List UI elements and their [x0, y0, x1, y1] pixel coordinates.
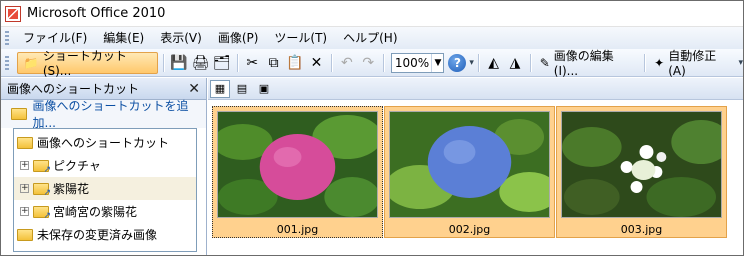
thumbnail-item[interactable]: 002.jpg: [384, 106, 555, 238]
tree-node-shrine-hydrangea[interactable]: + 宮崎宮の紫陽花: [14, 200, 196, 223]
toolbar-separator: [477, 53, 479, 72]
cut-icon[interactable]: ✂: [243, 52, 262, 74]
folder-icon: [17, 136, 33, 149]
close-icon[interactable]: ✕: [188, 81, 200, 97]
unsaved-folder-icon: [17, 228, 33, 241]
thumbnail-grid: 001.jpg 002.jpg 003.jpg: [212, 106, 728, 238]
tree-node-label: 画像へのショートカット: [37, 136, 170, 150]
copy-icon[interactable]: ⧉: [264, 52, 283, 74]
edit-image-icon: ✎: [539, 55, 550, 70]
app-window: Microsoft Office 2010 ファイル(F) 編集(E) 表示(V…: [0, 0, 744, 256]
toolbar-separator: [331, 53, 333, 72]
menu-bar: ファイル(F) 編集(E) 表示(V) 画像(P) ツール(T) ヘルプ(H): [1, 27, 743, 49]
save-icon[interactable]: 💾: [169, 52, 188, 74]
toolbar-separator: [382, 53, 384, 72]
view-toolbar: ▦ ▤ ▣: [208, 78, 743, 100]
thumbnail-view-icon[interactable]: ▦: [210, 79, 230, 98]
add-shortcut-label: 画像へのショートカットを追加...: [32, 99, 189, 130]
expand-icon[interactable]: +: [20, 161, 29, 170]
expand-icon[interactable]: +: [20, 207, 29, 216]
toolbar-separator: [163, 53, 165, 72]
thumbnail-filename: 001.jpg: [276, 223, 319, 236]
menu-file[interactable]: ファイル(F): [15, 27, 95, 49]
add-folder-icon: [11, 108, 27, 120]
office-picture-manager-icon: [5, 5, 21, 22]
menu-view[interactable]: 表示(V): [152, 27, 210, 49]
folder-icon: 📁: [23, 55, 39, 70]
menu-picture[interactable]: 画像(P): [210, 27, 267, 49]
thumbnail-filename: 003.jpg: [620, 223, 663, 236]
grip-handle[interactable]: [5, 31, 9, 45]
undo-icon[interactable]: ↶: [337, 52, 356, 74]
help-icon: ?: [448, 53, 467, 72]
rotate-right-icon[interactable]: ◮: [505, 52, 524, 74]
tree-node-label: 宮崎宮の紫陽花: [53, 205, 138, 219]
edit-image-button[interactable]: ✎ 画像の編集(I)...: [536, 49, 640, 78]
grip-handle[interactable]: [5, 55, 9, 70]
photo-white-hydrangea: [561, 111, 722, 218]
tree-node-label: 未保存の変更済み画像: [37, 228, 158, 242]
edit-image-label: 画像の編集(I)...: [553, 49, 614, 78]
toolbar-overflow-icon[interactable]: ▾: [469, 58, 474, 68]
shortcut-button[interactable]: 📁 ショートカット(S)...: [16, 49, 159, 78]
thumbnail-item[interactable]: 003.jpg: [556, 106, 727, 238]
toolbar: 📁 ショートカット(S)... 💾 🖨 🗂 ✂ ⧉ 📋 ✕ ↶ ↷ 100% ▼…: [1, 49, 743, 78]
folder-shortcut-icon: [33, 205, 51, 221]
filmstrip-view-icon[interactable]: ▤: [232, 80, 252, 98]
toolbar-separator: [529, 53, 531, 72]
toolbar-overflow-icon[interactable]: ▾: [738, 58, 743, 68]
single-view-icon[interactable]: ▣: [254, 80, 274, 98]
expand-icon[interactable]: +: [20, 184, 29, 193]
paste-icon[interactable]: 📋: [285, 52, 304, 74]
thumbnail-item[interactable]: 001.jpg: [212, 106, 383, 238]
tree-node-label: ピクチャ: [53, 159, 101, 173]
shortcut-button-label: ショートカット(S)...: [42, 49, 127, 78]
photo-pink-hydrangea: [217, 111, 378, 218]
chevron-down-icon[interactable]: ▼: [431, 53, 443, 72]
tree-node-pictures[interactable]: + ピクチャ: [14, 154, 196, 177]
toolbar-separator: [236, 53, 238, 72]
photo-blue-hydrangea: [389, 111, 550, 218]
print-icon[interactable]: 🖨: [191, 52, 210, 74]
menu-tools[interactable]: ツール(T): [266, 27, 335, 49]
thumbnail-area: ▦ ▤ ▣ 001.jpg 002.jpg 003.jpg: [208, 78, 743, 255]
redo-icon[interactable]: ↷: [359, 52, 378, 74]
thumbnail-filename: 002.jpg: [448, 223, 491, 236]
folder-shortcut-icon: [33, 182, 51, 198]
add-shortcut-link[interactable]: 画像へのショートカットを追加...: [1, 99, 206, 130]
window-title: Microsoft Office 2010: [27, 6, 166, 21]
toolbar-separator: [644, 53, 646, 72]
zoom-select[interactable]: 100% ▼: [390, 52, 445, 73]
shortcut-tree: 画像へのショートカット + ピクチャ + 紫陽花 + 宮崎宮の紫陽花 未保存の変…: [13, 128, 197, 252]
menu-help[interactable]: ヘルプ(H): [335, 27, 405, 49]
pane-title: 画像へのショートカット: [7, 82, 140, 96]
tree-node-unsaved[interactable]: 未保存の変更済み画像: [14, 223, 196, 246]
title-bar: Microsoft Office 2010: [1, 1, 743, 27]
auto-fix-button[interactable]: ✦ 自動修正(A): [650, 49, 735, 78]
tree-node-label: 紫陽花: [53, 182, 90, 196]
shortcuts-pane: 画像へのショートカット ✕ 画像へのショートカットを追加... 画像へのショート…: [1, 78, 207, 255]
menu-edit[interactable]: 編集(E): [95, 27, 152, 49]
delete-icon[interactable]: ✕: [307, 52, 326, 74]
export-icon[interactable]: 🗂: [212, 52, 231, 74]
tree-node-root[interactable]: 画像へのショートカット: [14, 131, 196, 154]
auto-fix-icon: ✦: [654, 55, 665, 70]
help-button[interactable]: ?: [448, 52, 467, 74]
rotate-left-icon[interactable]: ◭: [484, 52, 503, 74]
folder-shortcut-icon: [33, 159, 51, 175]
tree-node-hydrangea[interactable]: + 紫陽花: [14, 177, 196, 200]
auto-fix-label: 自動修正(A): [668, 49, 717, 78]
zoom-value: 100%: [394, 55, 430, 70]
